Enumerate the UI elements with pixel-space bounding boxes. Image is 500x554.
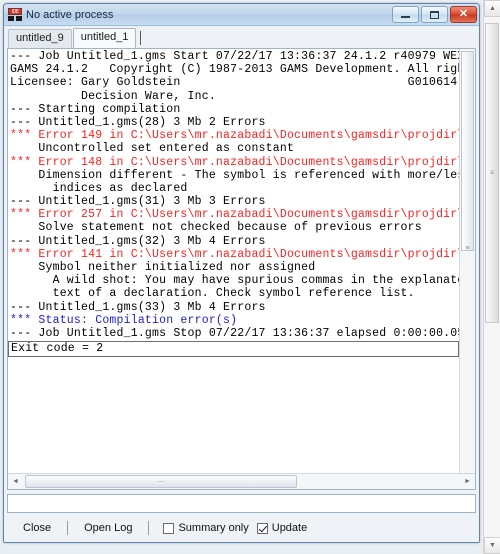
log-line: Uncontrolled set entered as constant — [10, 142, 295, 156]
log-vertical-scrollbar[interactable]: ≡ — [459, 49, 475, 473]
update-label: Update — [271, 522, 308, 534]
log-selected-line[interactable]: Exit code = 2 — [8, 341, 459, 358]
summary-only-label: Summary only — [178, 522, 249, 534]
search-field-wrapper[interactable] — [7, 494, 476, 513]
summary-only-checkbox-box[interactable] — [163, 522, 175, 534]
log-line: *** Error 149 in C:\Users\mr.nazabadi\Do… — [10, 129, 459, 143]
window-controls: ✕ — [392, 6, 477, 23]
log-line: --- Job Untitled_1.gms Stop 07/22/17 13:… — [10, 326, 459, 340]
desktop-background: IDE No active process ✕ untitled_9 untit… — [0, 0, 500, 554]
update-checkbox[interactable]: Update — [256, 522, 308, 534]
maximize-button[interactable] — [421, 6, 448, 23]
toolbar-divider-1 — [67, 521, 69, 535]
page-scroll-track[interactable]: ≡ — [484, 17, 500, 537]
minimize-button[interactable] — [392, 6, 419, 23]
log-line: Dimension different - The symbol is refe… — [10, 168, 459, 182]
page-scroll-up-arrow[interactable]: ▲ — [484, 0, 500, 17]
log-horizontal-scrollbar[interactable]: ◄ ⋯ ► — [8, 473, 475, 489]
close-button[interactable]: ✕ — [450, 6, 477, 23]
log-panel: --- Job Untitled_1.gms Start 07/22/17 13… — [7, 48, 476, 490]
log-line: Licensee: Gary Goldstein G010614:2 — [10, 76, 459, 90]
log-line: A wild shot: You may have spurious comma… — [10, 274, 459, 288]
log-line: *** Error 141 in C:\Users\mr.nazabadi\Do… — [10, 247, 459, 261]
log-hscroll-thumb[interactable]: ⋯ — [25, 475, 297, 488]
update-checkbox-box[interactable] — [256, 522, 268, 534]
log-line: --- Untitled_1.gms(31) 3 Mb 3 Errors — [10, 195, 266, 209]
log-text-area[interactable]: --- Job Untitled_1.gms Start 07/22/17 13… — [8, 49, 459, 473]
log-line: Symbol neither initialized nor assigned — [10, 261, 316, 274]
page-scroll-down-arrow[interactable]: ▼ — [484, 537, 500, 554]
gams-ide-icon: IDE — [8, 8, 22, 21]
log-vscroll-grip: ≡ — [465, 245, 470, 252]
log-line: --- Job Untitled_1.gms Start 07/22/17 13… — [10, 50, 459, 63]
log-line: GAMS 24.1.2 Copyright (C) 1987-2013 GAMS… — [10, 63, 459, 77]
log-line: --- Starting compilation — [10, 102, 181, 116]
tab-untitled-9[interactable]: untitled_9 — [8, 29, 72, 48]
log-line: Decision Ware, Inc. — [10, 89, 216, 103]
page-scroll-grip: ≡ — [489, 169, 495, 177]
log-line: --- Untitled_1.gms(28) 3 Mb 2 Errors — [10, 115, 266, 129]
process-window: IDE No active process ✕ untitled_9 untit… — [3, 3, 480, 543]
log-line: --- Untitled_1.gms(33) 3 Mb 4 Errors — [10, 300, 266, 314]
log-line: --- Untitled_1.gms(32) 3 Mb 4 Errors — [10, 234, 266, 248]
close-button-action[interactable]: Close — [13, 519, 61, 537]
open-log-button[interactable]: Open Log — [74, 519, 142, 537]
page-vertical-scrollbar[interactable]: ▲ ≡ ▼ — [483, 0, 500, 554]
tab-untitled-1[interactable]: untitled_1 — [72, 28, 137, 48]
log-line: *** Status: Compilation error(s) — [10, 313, 238, 327]
hscroll-left-arrow[interactable]: ◄ — [8, 474, 23, 489]
log-body: --- Job Untitled_1.gms Start 07/22/17 13… — [8, 49, 475, 473]
log-vscroll-thumb[interactable] — [461, 51, 474, 251]
log-line: *** Error 148 in C:\Users\mr.nazabadi\Do… — [10, 155, 459, 169]
window-title: No active process — [26, 8, 114, 21]
bottom-panel: Close Open Log Summary only Update — [4, 490, 479, 542]
tab-strip: untitled_9 untitled_1 — [4, 26, 479, 48]
toolbar-divider-2 — [148, 521, 150, 535]
summary-only-checkbox[interactable]: Summary only — [163, 522, 249, 534]
search-input[interactable] — [8, 495, 475, 512]
page-scroll-thumb[interactable]: ≡ — [485, 23, 499, 323]
log-line: *** Error 257 in C:\Users\mr.nazabadi\Do… — [10, 208, 459, 222]
hscroll-right-arrow[interactable]: ► — [460, 474, 475, 489]
tab-caret — [140, 31, 142, 45]
action-toolbar: Close Open Log Summary only Update — [7, 518, 476, 538]
log-line: text of a declaration. Check symbol refe… — [10, 287, 415, 301]
log-line: indices as declared — [10, 181, 188, 195]
log-line: Solve statement not checked because of p… — [10, 221, 422, 235]
window-titlebar[interactable]: IDE No active process ✕ — [4, 4, 479, 26]
